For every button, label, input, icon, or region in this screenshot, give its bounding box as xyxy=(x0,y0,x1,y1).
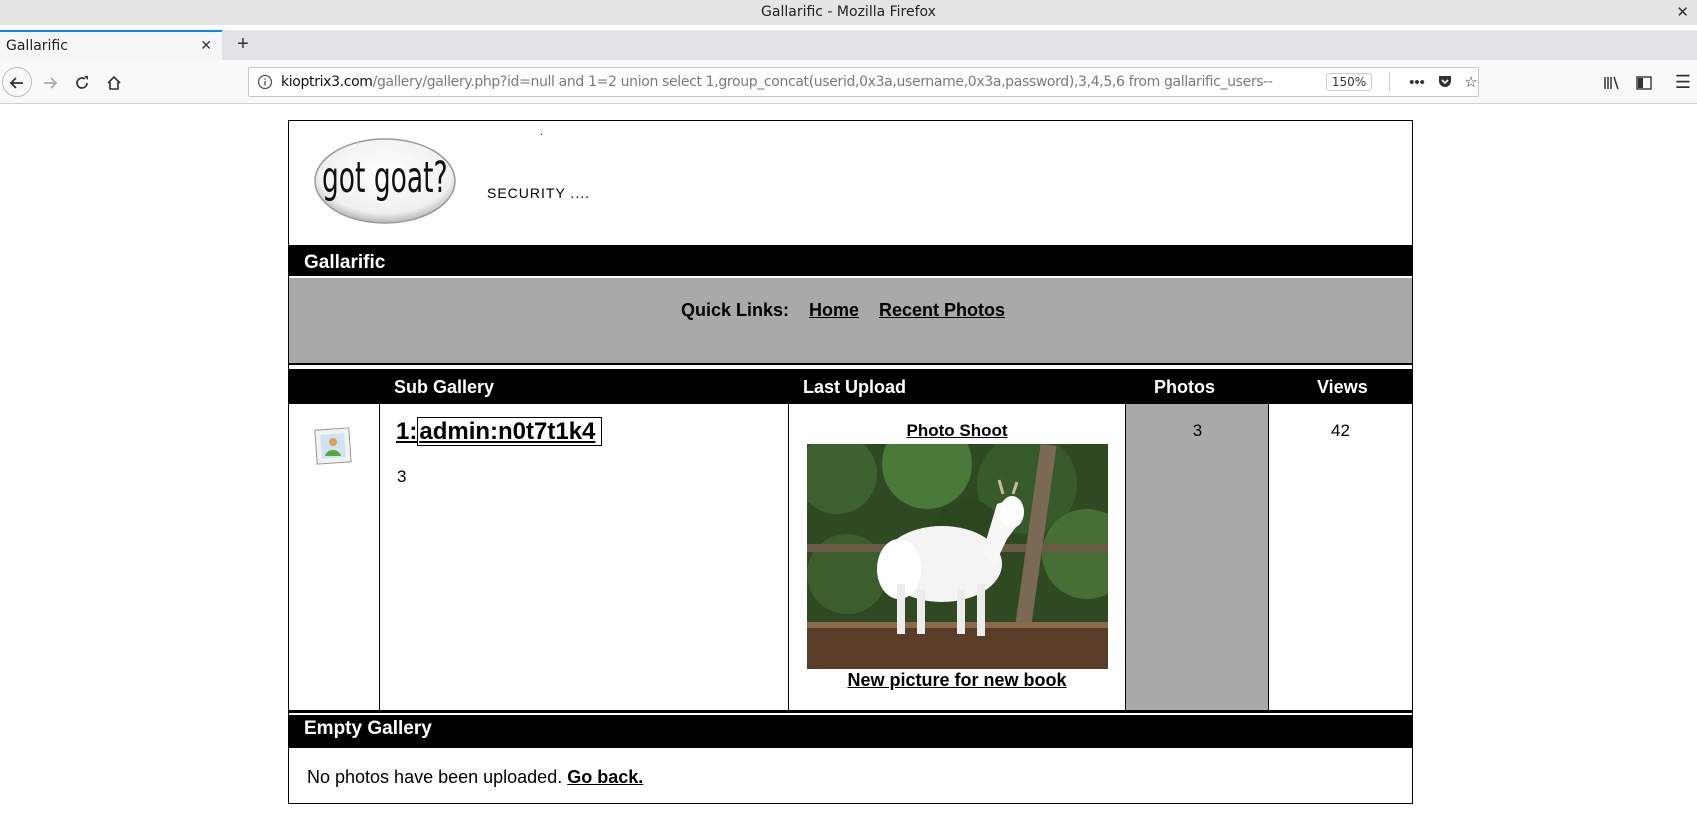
photos-count: 3 xyxy=(1192,421,1203,440)
tab-gallarific[interactable]: Gallarific ✕ xyxy=(0,30,222,60)
go-back-link[interactable]: Go back. xyxy=(567,767,643,787)
section-title-bar: Gallarific xyxy=(289,245,1412,278)
recent-photos-link[interactable]: Recent Photos xyxy=(879,300,1005,321)
home-link[interactable]: Home xyxy=(809,300,859,321)
window-close-icon[interactable]: ✕ xyxy=(1676,0,1689,25)
home-icon[interactable] xyxy=(100,68,128,96)
last-upload-header: Last Upload xyxy=(803,377,907,397)
gallery-count: 3 xyxy=(397,467,407,486)
views-cell: 42 xyxy=(1269,404,1412,710)
quick-links-panel: Quick Links: Home Recent Photos xyxy=(289,278,1412,365)
forward-arrow-icon[interactable] xyxy=(36,68,64,96)
thumbnail-cell xyxy=(289,404,380,710)
sub-gallery-cell: 1:admin:n0t7t1k4 3 xyxy=(380,404,789,710)
empty-gallery-bar: Empty Gallery xyxy=(289,710,1412,748)
library-icon[interactable] xyxy=(1598,68,1626,96)
page-actions-icon[interactable]: ••• xyxy=(1407,73,1427,93)
url-path: /gallery/gallery.php?id=null and 1=2 uni… xyxy=(372,74,1273,90)
bookmark-star-icon[interactable]: ☆ xyxy=(1461,73,1481,93)
got-goat-logo: got goat? xyxy=(314,138,456,224)
pocket-icon[interactable] xyxy=(1435,73,1455,93)
svg-text:got goat?: got goat? xyxy=(322,154,448,203)
photos-header: Photos xyxy=(1154,377,1215,397)
zoom-level-badge[interactable]: 150% xyxy=(1326,73,1372,91)
tab-close-icon[interactable]: ✕ xyxy=(200,32,212,60)
url-separator xyxy=(1389,73,1390,91)
gallery-name: admin:n0t7t1k4 xyxy=(417,417,603,446)
section-title: Gallarific xyxy=(304,252,386,273)
back-arrow-icon[interactable] xyxy=(2,67,32,97)
sub-gallery-header: Sub Gallery xyxy=(394,377,495,397)
views-count: 42 xyxy=(1331,421,1350,440)
site-tagline: SECURITY .... xyxy=(487,185,590,201)
window-titlebar: Gallarific - Mozilla Firefox ✕ xyxy=(0,0,1697,25)
window-title: Gallarific - Mozilla Firefox xyxy=(761,4,936,20)
new-tab-icon[interactable]: + xyxy=(230,30,256,60)
views-header: Views xyxy=(1317,377,1368,397)
navigation-toolbar: kioptrix3.com/gallery/gallery.php?id=nul… xyxy=(0,60,1697,104)
empty-gallery-title: Empty Gallery xyxy=(304,718,432,739)
goat-photo[interactable] xyxy=(807,444,1108,669)
tab-label: Gallarific xyxy=(6,38,68,54)
photo-caption-link[interactable]: New picture for new book xyxy=(789,670,1125,691)
tab-strip: Gallarific ✕ + xyxy=(0,30,1697,60)
table-row: 1:admin:n0t7t1k4 3 Photo Shoot New pictu… xyxy=(289,404,1412,710)
url-host: kioptrix3.com xyxy=(281,74,373,90)
stray-dot: . xyxy=(540,127,543,138)
empty-gallery-message: No photos have been uploaded. Go back. xyxy=(307,767,643,788)
url-bar[interactable]: kioptrix3.com/gallery/gallery.php?id=nul… xyxy=(248,67,1479,97)
reload-icon[interactable] xyxy=(68,68,96,96)
menu-icon[interactable]: ☰ xyxy=(1669,68,1697,96)
no-photos-text: No photos have been uploaded. xyxy=(307,767,563,787)
gallery-page: . got goat? SECURITY .... Gallarific Qui… xyxy=(288,120,1413,804)
gallery-id: 1: xyxy=(396,418,418,445)
quick-links-label: Quick Links: xyxy=(681,300,790,320)
url-text[interactable]: kioptrix3.com/gallery/gallery.php?id=nul… xyxy=(281,68,1273,96)
gallery-name-link[interactable]: 1:admin:n0t7t1k4 xyxy=(396,417,603,446)
sidebar-toggle-icon[interactable] xyxy=(1630,68,1658,96)
gallery-picture-icon[interactable] xyxy=(313,426,353,466)
info-icon[interactable] xyxy=(257,74,273,90)
photo-title-link[interactable]: Photo Shoot xyxy=(789,421,1125,441)
gallery-table-header: Sub Gallery Last Upload Photos Views xyxy=(289,369,1412,404)
last-upload-cell: Photo Shoot New picture for new book xyxy=(789,404,1126,710)
photos-cell: 3 xyxy=(1126,404,1269,710)
